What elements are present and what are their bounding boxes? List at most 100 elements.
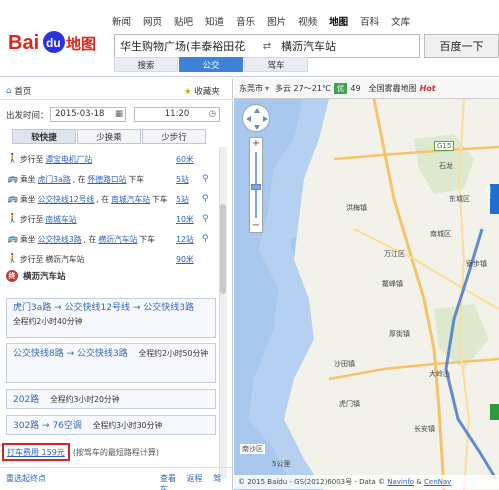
- nav-item[interactable]: 新闻: [112, 14, 131, 28]
- step-stops[interactable]: 5站: [176, 174, 189, 185]
- date-input[interactable]: 2015-03-18 ▦: [50, 107, 126, 122]
- route-step: 🚶 步行至 南城车站 10米 ⚲: [7, 214, 209, 225]
- map-place-label: 石龙: [439, 162, 453, 170]
- step-distance[interactable]: 60米: [176, 154, 194, 165]
- stop-link[interactable]: 谭宝电机厂站: [45, 154, 92, 165]
- route-search-box[interactable]: 华生购物广场(丰泰裕田花 ⇄ 横沥汽车站: [114, 34, 420, 58]
- nav-item[interactable]: 音乐: [236, 14, 255, 28]
- tab-fewer-transfers[interactable]: 少换乘: [77, 129, 141, 144]
- taxi-fare-link[interactable]: 打车费用 159元: [2, 443, 70, 461]
- calendar-icon[interactable]: ▦: [115, 108, 123, 121]
- swap-icon[interactable]: ⇄: [258, 41, 276, 52]
- home-icon: ⌂: [6, 86, 12, 96]
- nav-item[interactable]: 视频: [298, 14, 317, 28]
- search-button[interactable]: 百度一下: [424, 34, 499, 58]
- stop-link[interactable]: 横沥汽车站: [98, 234, 137, 245]
- plan-title[interactable]: 公交快线8路 → 公交快线3路 全程约2小时50分钟: [13, 347, 209, 361]
- tab-less-walking[interactable]: 少步行: [142, 129, 206, 144]
- map-place-label: 洪梅镇: [346, 204, 367, 212]
- scrollbar[interactable]: [219, 147, 227, 479]
- zoom-slider-handle[interactable]: [251, 184, 261, 190]
- return-link[interactable]: 返程: [187, 474, 203, 483]
- walk-icon: 🚶: [7, 254, 19, 264]
- plan-title[interactable]: 202路 全程约3小时20分钟: [13, 393, 209, 407]
- step-stops[interactable]: 12站: [176, 234, 194, 245]
- pan-control[interactable]: [242, 104, 270, 132]
- nav-item[interactable]: 文库: [391, 14, 410, 28]
- tab-drive[interactable]: 驾车: [244, 57, 308, 72]
- home-link[interactable]: 首页: [14, 85, 31, 97]
- plan-tabs: 较快捷 少换乘 少步行: [12, 129, 207, 144]
- pin-icon[interactable]: ⚲: [202, 194, 209, 204]
- pin-icon[interactable]: ⚲: [202, 174, 209, 184]
- zoom-control[interactable]: + −: [249, 137, 263, 233]
- logo-suffix: 地图: [66, 35, 96, 53]
- cennav-link[interactable]: CenNav: [424, 478, 451, 486]
- navinfo-link[interactable]: Navinfo: [387, 478, 414, 486]
- plan-option[interactable]: 302路 → 76空调 全程约3小时30分钟: [6, 415, 216, 435]
- plan-option[interactable]: 公交快线8路 → 公交快线3路 全程约2小时50分钟: [6, 343, 216, 383]
- pan-arrows-icon[interactable]: [243, 105, 271, 133]
- nav-item[interactable]: 知道: [205, 14, 224, 28]
- step-distance[interactable]: 10米: [176, 214, 194, 225]
- plan-duration: 全程约2小时40分钟: [13, 317, 83, 326]
- tab-search[interactable]: 搜索: [114, 57, 178, 72]
- stop-link[interactable]: 南城车站: [45, 214, 76, 225]
- plan-option[interactable]: 202路 全程约3小时20分钟: [6, 389, 216, 409]
- bus-line-link[interactable]: 公交快线12号线: [38, 194, 95, 205]
- destination-row: 终 横沥汽车站: [6, 270, 66, 282]
- nav-item[interactable]: 贴吧: [174, 14, 193, 28]
- date-value: 2015-03-18: [55, 109, 105, 119]
- step-stops[interactable]: 5站: [176, 194, 189, 205]
- favorites-label: 收藏夹: [194, 87, 220, 97]
- hot-badge: Hot: [419, 84, 436, 93]
- scrollbar-thumb[interactable]: [220, 204, 226, 294]
- tab-fastest[interactable]: 较快捷: [12, 129, 76, 144]
- logo-text-bai: Bai: [8, 32, 39, 54]
- plan-title[interactable]: 虎门3a路 → 公交快线12号线 → 公交快线3路: [13, 302, 209, 315]
- haze-map-link[interactable]: 全国雾霾地图: [369, 83, 417, 94]
- chevron-down-icon[interactable]: ▾: [265, 84, 269, 93]
- pin-icon[interactable]: ⚲: [202, 234, 209, 244]
- plan-option[interactable]: 虎门3a路 → 公交快线12号线 → 公交快线3路 全程约2小时40分钟: [6, 298, 216, 338]
- plan-duration: 全程约3小时30分钟: [92, 421, 163, 430]
- city-select[interactable]: 东莞市: [239, 83, 263, 94]
- map-place-label: 大岭山: [429, 370, 450, 378]
- bus-icon: 🚌: [7, 194, 19, 204]
- pin-icon[interactable]: ⚲: [202, 214, 209, 224]
- stop-link[interactable]: 怀德路口站: [88, 174, 127, 185]
- reselect-link[interactable]: 重选起终点: [6, 473, 46, 484]
- divider: [0, 99, 233, 100]
- route-step: 🚶 步行至 谭宝电机厂站 60米: [7, 154, 194, 165]
- map-scale: 5公里: [272, 460, 291, 468]
- divider: [0, 467, 233, 468]
- tab-transit[interactable]: 公交: [179, 57, 243, 72]
- origin-input[interactable]: 华生购物广场(丰泰裕田花: [115, 38, 258, 54]
- map-place-label: 万江区: [384, 250, 405, 258]
- stop-link[interactable]: 南城汽车站: [111, 194, 150, 205]
- top-nav: 新闻 网页 贴吧 知道 音乐 图片 视频 地图 百科 文库: [112, 14, 422, 28]
- map-canvas[interactable]: 东莞市 ▾ 多云 27～21℃ 优 49 全国雾霾地图 Hot + − G15 …: [234, 79, 499, 490]
- plan-title[interactable]: 302路 → 76空调 全程约3小时30分钟: [13, 419, 209, 433]
- breadcrumb[interactable]: ⌂ 首页: [6, 85, 31, 97]
- walk-icon: 🚶: [7, 214, 19, 224]
- baidu-logo[interactable]: Bai du 地图: [8, 28, 108, 56]
- time-input[interactable]: 11:20 ◷: [134, 107, 220, 122]
- view-link[interactable]: 查看: [160, 474, 176, 483]
- taxi-row: 打车费用 159元 (按驾车的最短路程计算): [2, 442, 159, 462]
- nav-item-map[interactable]: 地图: [329, 14, 348, 28]
- destination-input[interactable]: 横沥汽车站: [276, 38, 419, 54]
- zoom-out-icon[interactable]: −: [250, 220, 262, 232]
- nav-item[interactable]: 图片: [267, 14, 286, 28]
- clock-icon[interactable]: ◷: [209, 108, 216, 121]
- favorites-button[interactable]: ★ 收藏夹: [184, 85, 220, 97]
- nav-item[interactable]: 网页: [143, 14, 162, 28]
- star-icon: ★: [184, 87, 192, 97]
- step-distance[interactable]: 90米: [176, 254, 194, 265]
- weather-text: 多云 27～21℃: [275, 84, 331, 93]
- bus-line-link[interactable]: 公交快线3路: [38, 234, 82, 245]
- nav-item[interactable]: 百科: [360, 14, 379, 28]
- map-place-label: 南城区: [430, 230, 451, 238]
- bus-line-link[interactable]: 虎门3a路: [38, 174, 71, 185]
- zoom-in-icon[interactable]: +: [250, 138, 262, 150]
